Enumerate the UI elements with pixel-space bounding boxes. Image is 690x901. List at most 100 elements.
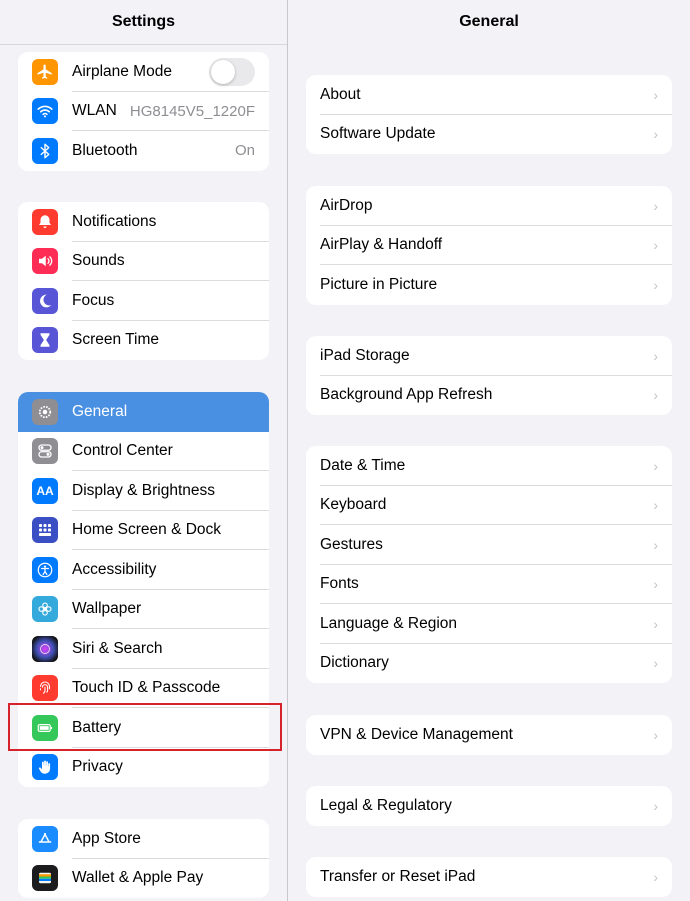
bell-icon xyxy=(32,208,58,235)
detail-item-label: About xyxy=(320,85,361,103)
airplane-mode-toggle[interactable] xyxy=(209,57,255,86)
sidebar-item-focus[interactable]: Focus xyxy=(18,281,269,321)
sidebar-item-label: Siri & Search xyxy=(72,639,163,657)
sidebar-item-label: General xyxy=(72,402,128,420)
sidebar-item-bluetooth[interactable]: Bluetooth On xyxy=(18,131,269,171)
detail-item-transfer-reset-ipad[interactable]: Transfer or Reset iPad › xyxy=(306,857,672,897)
sidebar-item-label: Wallpaper xyxy=(72,600,142,618)
sidebar-item-touch-id-passcode[interactable]: Touch ID & Passcode xyxy=(18,669,269,708)
sidebar-item-wallet-apple-pay[interactable]: Wallet & Apple Pay xyxy=(18,859,269,899)
detail-item-about[interactable]: About › xyxy=(306,75,672,115)
wallet-icon xyxy=(32,865,58,892)
sidebar-item-label: Focus xyxy=(72,291,115,309)
detail-item-date-time[interactable]: Date & Time › xyxy=(306,446,672,486)
sidebar-item-label: Notifications xyxy=(72,212,157,230)
sidebar-item-wlan[interactable]: WLAN HG8145V5_1220F xyxy=(18,92,269,131)
fingerprint-icon xyxy=(32,675,58,702)
detail-item-label: Gestures xyxy=(320,535,383,553)
detail-item-airdrop[interactable]: AirDrop › xyxy=(306,186,672,226)
chevron-right-icon: › xyxy=(653,536,658,553)
sidebar-item-general[interactable]: General xyxy=(18,392,269,432)
detail-group-reset: Transfer or Reset iPad › xyxy=(306,857,672,897)
sidebar-item-label: Home Screen & Dock xyxy=(72,521,222,539)
bluetooth-icon xyxy=(32,137,58,164)
detail-item-airplay-handoff[interactable]: AirPlay & Handoff › xyxy=(306,226,672,265)
chevron-right-icon: › xyxy=(653,797,658,814)
detail-group-storage: iPad Storage › Background App Refresh › xyxy=(306,336,672,415)
sidebar-item-wallpaper[interactable]: Wallpaper xyxy=(18,590,269,629)
wlan-network-name: HG8145V5_1220F xyxy=(129,102,255,120)
detail-item-dictionary[interactable]: Dictionary › xyxy=(306,644,672,684)
chevron-right-icon: › xyxy=(653,497,658,514)
sidebar-item-airplane-mode[interactable]: Airplane Mode xyxy=(18,52,269,92)
detail-item-label: iPad Storage xyxy=(320,346,410,364)
sidebar-item-label: Display & Brightness xyxy=(72,481,216,499)
sidebar-item-home-screen-dock[interactable]: Home Screen & Dock xyxy=(18,511,269,550)
detail-item-label: Dictionary xyxy=(320,654,389,672)
detail-item-ipad-storage[interactable]: iPad Storage › xyxy=(306,336,672,376)
chevron-right-icon: › xyxy=(653,237,658,254)
chevron-right-icon: › xyxy=(653,276,658,293)
detail-item-language-region[interactable]: Language & Region › xyxy=(306,604,672,644)
chevron-right-icon: › xyxy=(653,387,658,404)
sidebar-group-connectivity: Airplane Mode WLAN HG8145V5_1220F Blueto… xyxy=(18,52,269,171)
chevron-right-icon: › xyxy=(653,347,658,364)
detail-item-fonts[interactable]: Fonts › xyxy=(306,565,672,604)
toggle-knob xyxy=(211,59,235,84)
detail-group-legal: Legal & Regulatory › xyxy=(306,786,672,826)
moon-icon xyxy=(32,287,58,314)
sidebar-title: Settings xyxy=(111,13,176,30)
detail-title: General xyxy=(459,13,519,30)
chevron-right-icon: › xyxy=(653,655,658,672)
chevron-right-icon: › xyxy=(653,457,658,474)
detail-item-label: Legal & Regulatory xyxy=(320,796,452,814)
detail-item-label: Picture in Picture xyxy=(320,275,438,293)
speaker-icon xyxy=(32,248,58,275)
sidebar-item-accessibility[interactable]: Accessibility xyxy=(18,550,269,590)
sidebar-item-battery[interactable]: Battery xyxy=(18,708,269,748)
sidebar-item-label: Battery xyxy=(72,718,122,736)
detail-item-label: Transfer or Reset iPad xyxy=(320,867,476,885)
chevron-right-icon: › xyxy=(653,86,658,103)
hand-icon xyxy=(32,754,58,781)
chevron-right-icon: › xyxy=(653,576,658,593)
detail-item-legal-regulatory[interactable]: Legal & Regulatory › xyxy=(306,786,672,826)
detail-item-label: AirPlay & Handoff xyxy=(320,236,443,254)
sidebar-item-label: Accessibility xyxy=(72,560,157,578)
sidebar-item-sounds[interactable]: Sounds xyxy=(18,242,269,281)
sidebar-item-privacy[interactable]: Privacy xyxy=(18,748,269,788)
detail-item-gestures[interactable]: Gestures › xyxy=(306,525,672,565)
detail-item-keyboard[interactable]: Keyboard › xyxy=(306,486,672,525)
chevron-right-icon: › xyxy=(653,197,658,214)
accessibility-icon xyxy=(32,556,58,583)
detail-item-label: Background App Refresh xyxy=(320,386,493,404)
detail-item-background-app-refresh[interactable]: Background App Refresh › xyxy=(306,376,672,416)
sidebar-item-label: Privacy xyxy=(72,758,123,776)
gear-icon xyxy=(32,398,58,425)
sidebar-item-notifications[interactable]: Notifications xyxy=(18,202,269,242)
switches-icon xyxy=(32,438,58,465)
sidebar-item-label: Control Center xyxy=(72,442,173,460)
sidebar-item-display-brightness[interactable]: AA Display & Brightness xyxy=(18,471,269,511)
detail-item-label: Date & Time xyxy=(320,456,406,474)
detail-item-label: AirDrop xyxy=(320,196,373,214)
sidebar-item-siri-search[interactable]: Siri & Search xyxy=(18,629,269,669)
detail-item-vpn-device-management[interactable]: VPN & Device Management › xyxy=(306,715,672,755)
detail-item-label: Fonts xyxy=(320,575,359,593)
sidebar-item-label: Screen Time xyxy=(72,331,160,349)
sidebar-item-screen-time[interactable]: Screen Time xyxy=(18,321,269,361)
detail-item-software-update[interactable]: Software Update › xyxy=(306,115,672,155)
chevron-right-icon: › xyxy=(653,615,658,632)
sidebar-group-notifications: Notifications Sounds Focus Screen Time xyxy=(18,202,269,360)
detail-item-label: Language & Region xyxy=(320,614,458,632)
settings-sidebar: Settings Airplane Mode WLAN HG8145V5_122… xyxy=(0,0,287,901)
sidebar-item-control-center[interactable]: Control Center xyxy=(18,432,269,471)
bluetooth-status: On xyxy=(234,142,255,160)
general-detail-pane: General About › Software Update › AirDrop ›… xyxy=(288,0,690,901)
airplane-icon xyxy=(32,58,58,85)
flower-icon xyxy=(32,596,58,623)
sidebar-item-app-store[interactable]: App Store xyxy=(18,819,269,859)
detail-item-picture-in-picture[interactable]: Picture in Picture › xyxy=(306,265,672,305)
app-store-icon xyxy=(32,825,58,852)
detail-group-locale: Date & Time › Keyboard › Gestures › Fonts › … xyxy=(306,446,672,683)
